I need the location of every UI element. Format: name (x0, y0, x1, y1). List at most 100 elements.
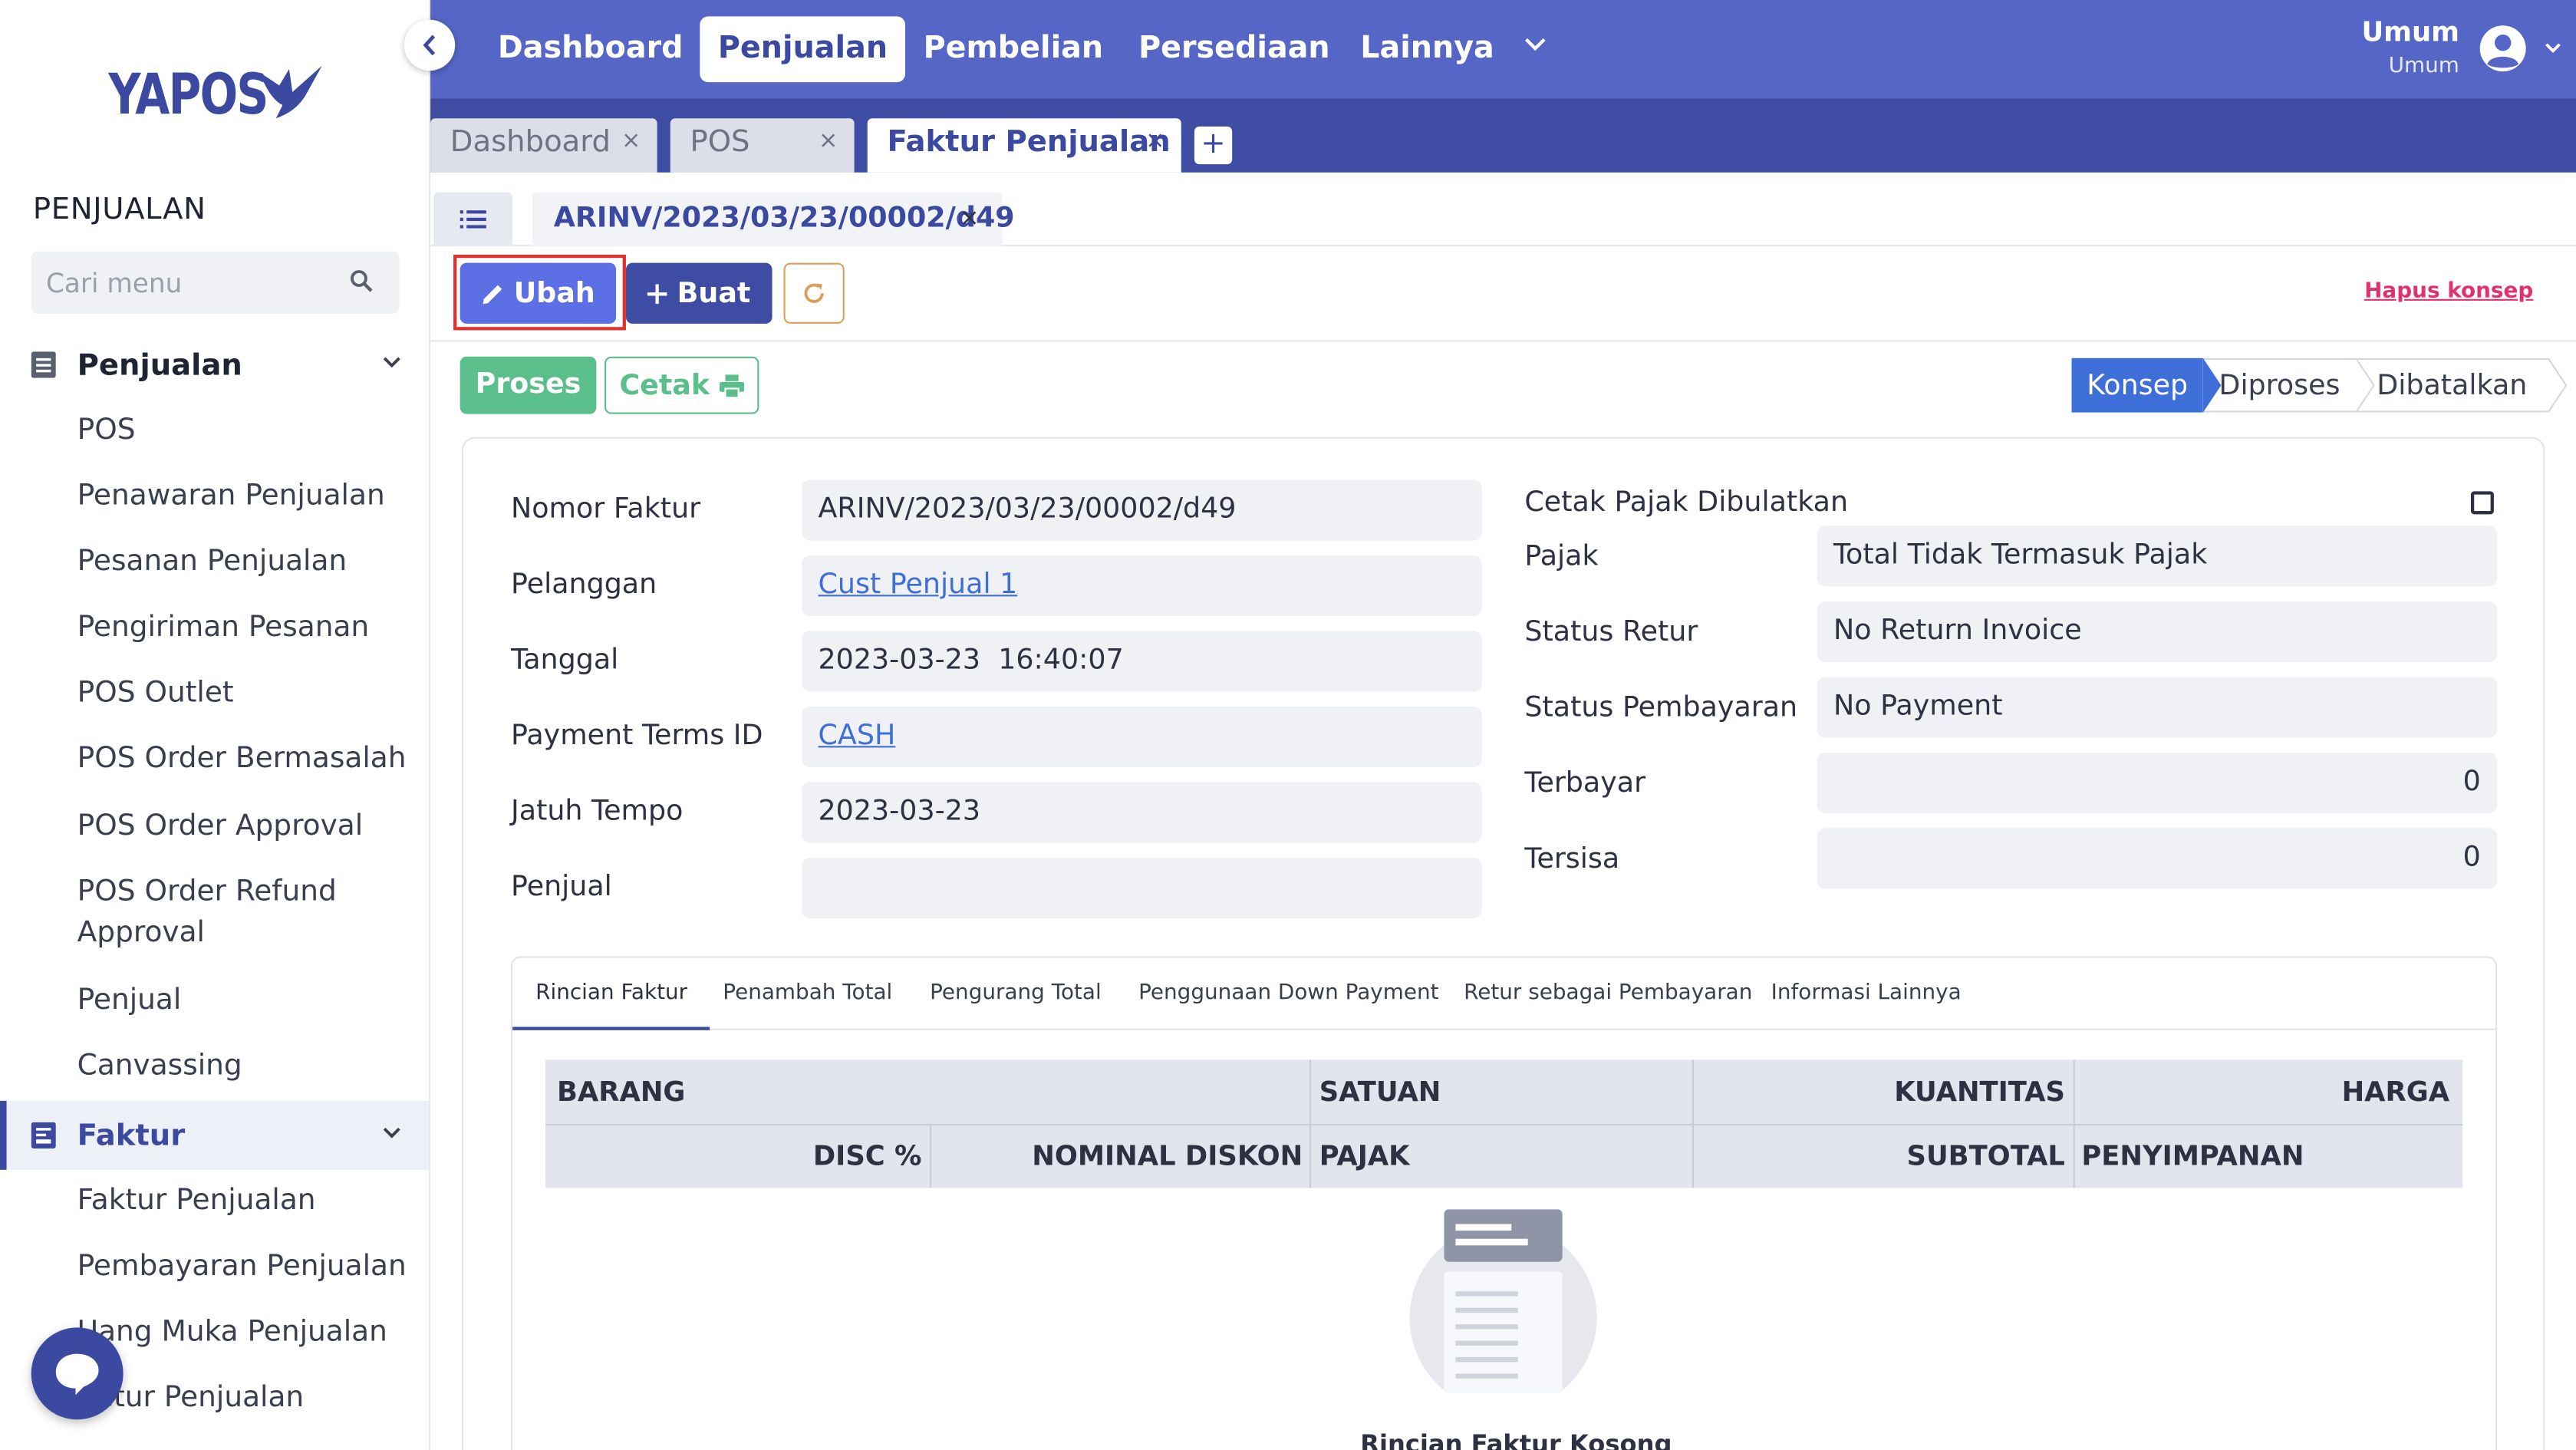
sidebar-group-label: Faktur (77, 1118, 186, 1153)
sidebar-item-pos-outlet[interactable]: POS Outlet (77, 674, 414, 715)
printer-icon (719, 374, 745, 397)
edit-button-label: Ubah (513, 276, 595, 310)
document-tab[interactable]: ARINV/2023/03/23/00002/d49 × (532, 192, 1015, 247)
app-root: YAPOS PENJUALAN Penjualan POS Penawaran … (0, 0, 2576, 1450)
status-step-label: Konsep (2087, 369, 2189, 403)
user-name[interactable]: Umum (2361, 16, 2459, 48)
invoice-icon (31, 1122, 56, 1148)
tab-informasi-lainnya[interactable]: Informasi Lainnya (1771, 958, 1962, 1030)
chat-button[interactable] (31, 1327, 124, 1420)
customer-field[interactable]: Cust Penjual 1 (802, 555, 1482, 617)
sidebar-item-pembayaran-penjualan[interactable]: Pembayaran Penjualan (77, 1247, 414, 1288)
close-icon[interactable]: × (621, 128, 641, 154)
brand-name: YAPOS (108, 62, 268, 129)
delete-draft-link[interactable]: Hapus konsep (2364, 279, 2533, 304)
paid-amount-field: 0 (1817, 752, 2498, 814)
invoice-number-label: Nomor Faktur (511, 493, 701, 526)
return-status-field: No Return Invoice (1817, 601, 2498, 663)
sidebar-item-pengiriman-pesanan[interactable]: Pengiriman Pesanan (77, 608, 414, 649)
tab-penggunaan-down-payment[interactable]: Penggunaan Down Payment (1138, 958, 1438, 1030)
sidebar-item-pos[interactable]: POS (77, 410, 414, 452)
plus-icon (647, 283, 667, 304)
nav-item-persediaan[interactable]: Persediaan (1121, 16, 1349, 82)
column-header-disc[interactable]: DISC % (545, 1124, 922, 1188)
document-list-button[interactable] (433, 192, 513, 247)
paid-amount-label: Terbayar (1524, 767, 1646, 800)
document-tab-label: ARINV/2023/03/23/00002/d49 (553, 202, 1015, 236)
step-arrow (2356, 358, 2375, 413)
sidebar-collapse-button[interactable] (404, 19, 456, 71)
rounded-tax-print-checkbox[interactable] (2470, 491, 2494, 515)
sidebar-item-pos-order-bermasalah[interactable]: POS Order Bermasalah (77, 740, 414, 781)
step-arrow (2548, 358, 2568, 413)
tab-pos[interactable]: POS × (670, 118, 855, 173)
create-button[interactable]: Buat (625, 262, 772, 324)
column-header-satuan[interactable]: SATUAN (1319, 1059, 1441, 1124)
user-avatar-icon[interactable] (2479, 25, 2527, 72)
column-header-harga[interactable]: HARGA (2074, 1059, 2450, 1124)
tab-penambah-total[interactable]: Penambah Total (723, 958, 892, 1030)
tab-pengurang-total[interactable]: Pengurang Total (930, 958, 1102, 1030)
list-icon (460, 210, 486, 229)
sidebar-group-penjualan[interactable]: Penjualan (0, 330, 429, 399)
chevron-down-icon (383, 357, 400, 368)
tab-faktur-penjualan[interactable]: Faktur Penjualan × (867, 118, 1181, 173)
close-icon[interactable]: × (819, 128, 838, 154)
add-tab-button[interactable]: + (1194, 126, 1233, 165)
column-header-subtotal[interactable]: SUBTOTAL (1692, 1124, 2065, 1188)
menu-search-input[interactable] (31, 251, 328, 315)
refresh-icon (804, 283, 824, 303)
tax-field[interactable]: Total Tidak Termasuk Pajak (1817, 526, 2498, 587)
column-header-kuantitas[interactable]: KUANTITAS (1692, 1059, 2065, 1124)
tab-label: Faktur Penjualan (887, 124, 1171, 160)
sidebar-item-canvassing[interactable]: Canvassing (77, 1046, 414, 1088)
sidebar-item-penjual[interactable]: Penjual (77, 981, 414, 1023)
sidebar-item-pos-order-approval[interactable]: POS Order Approval (77, 807, 414, 849)
detail-tab-row: Rincian Faktur Penambah Total Pengurang … (512, 958, 2496, 1030)
sidebar-group-faktur[interactable]: Faktur (0, 1100, 429, 1170)
step-arrow (2202, 358, 2222, 413)
due-date-field[interactable]: 2023-03-23 (802, 782, 1482, 843)
brand-logo[interactable]: YAPOS (108, 62, 322, 129)
nav-item-dashboard[interactable]: Dashboard (479, 16, 701, 82)
process-button[interactable]: Proses (460, 356, 597, 414)
search-icon[interactable] (350, 269, 373, 292)
sidebar-group-label: Penjualan (77, 347, 242, 382)
tab-retur-sebagai-pembayaran[interactable]: Retur sebagai Pembayaran (1464, 958, 1752, 1030)
due-date-label: Jatuh Tempo (511, 795, 684, 829)
items-table-header: BARANG SATUAN KUANTITAS HARGA DISC % NOM… (545, 1059, 2463, 1188)
tab-dashboard[interactable]: Dashboard × (430, 118, 657, 173)
chevron-down-icon[interactable] (2545, 43, 2561, 53)
column-header-pajak[interactable]: PAJAK (1319, 1124, 1410, 1188)
payment-terms-label: Payment Terms ID (511, 720, 763, 753)
nav-item-lainnya[interactable]: Lainnya (1342, 16, 1513, 82)
invoice-number-field[interactable]: ARINV/2023/03/23/00002/d49 (802, 479, 1482, 541)
edit-button[interactable]: Ubah (460, 262, 617, 324)
sidebar-item-faktur-penjualan[interactable]: Faktur Penjualan (77, 1181, 414, 1223)
column-header-barang[interactable]: BARANG (557, 1059, 685, 1124)
sidebar-item-penawaran-penjualan[interactable]: Penawaran Penjualan (77, 476, 414, 518)
sidebar-item-uang-muka-penjualan[interactable]: Uang Muka Penjualan (77, 1313, 414, 1354)
nav-item-penjualan[interactable]: Penjualan (700, 16, 906, 83)
date-label: Tanggal (511, 644, 619, 677)
sidebar-item-retur-penjualan[interactable]: Retur Penjualan (77, 1379, 414, 1420)
column-header-penyimpanan[interactable]: PENYIMPANAN (2081, 1124, 2304, 1188)
date-field[interactable]: 2023-03-23 16:40:07 (802, 631, 1482, 692)
column-header-nominal-diskon[interactable]: NOMINAL DISKON (930, 1124, 1303, 1188)
print-button[interactable]: Cetak (604, 356, 759, 414)
toolbar: Ubah Buat Hapus konsep (430, 246, 2576, 342)
salesperson-field[interactable] (802, 857, 1482, 919)
tax-label: Pajak (1524, 540, 1599, 574)
refresh-button[interactable] (783, 262, 845, 324)
sidebar-item-pos-order-refund-approval[interactable]: POS Order Refund Approval (77, 872, 365, 954)
remaining-amount-label: Tersisa (1524, 842, 1620, 876)
chevron-down-icon[interactable] (1524, 38, 1546, 51)
sidebar-item-pesanan-penjualan[interactable]: Pesanan Penjualan (77, 542, 414, 584)
tab-rincian-faktur[interactable]: Rincian Faktur (512, 958, 711, 1030)
column-divider (1309, 1123, 1311, 1188)
close-icon[interactable]: × (960, 206, 979, 232)
close-icon[interactable]: × (1145, 128, 1164, 154)
nav-item-pembelian[interactable]: Pembelian (905, 16, 1122, 82)
payment-terms-field[interactable]: CASH (802, 706, 1482, 768)
status-step-dibatalkan: Dibatalkan (2356, 358, 2568, 413)
